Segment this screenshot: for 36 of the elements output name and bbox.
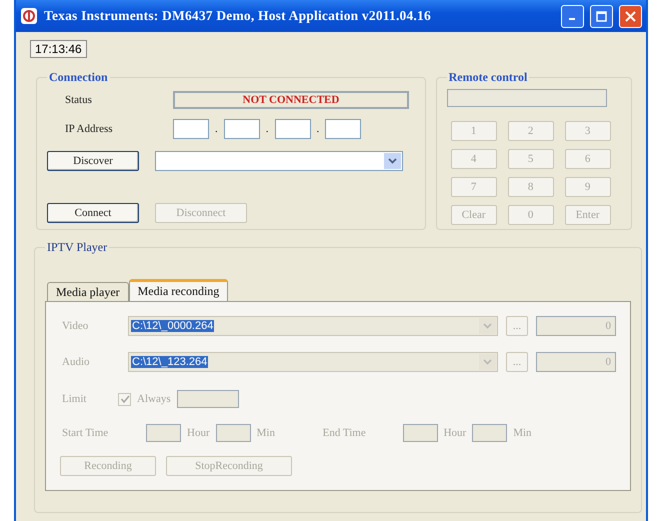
ip-separator: . (215, 123, 218, 135)
ip-separator: . (266, 123, 268, 135)
end-time-label: End Time (322, 427, 367, 439)
count-field: 0 (536, 316, 616, 336)
discover-button[interactable]: Discover (47, 151, 139, 171)
clock-display: 17:13:46 (30, 40, 87, 58)
close-icon[interactable] (625, 10, 636, 22)
start-time-label: Start Time (61, 427, 110, 439)
ip-field[interactable] (274, 119, 310, 139)
group-title: IPTV Player (46, 240, 108, 255)
ip-separator: . (316, 123, 320, 135)
min-label: Min (513, 427, 532, 439)
status-field: NOT CONNECTED (173, 91, 409, 109)
file-label: Audio (61, 356, 90, 368)
maximize-icon[interactable] (596, 10, 607, 22)
window-title: Texas Instruments: DM6437 Demo, Host Application v2011.04.16 (44, 8, 432, 24)
hour-label: Hour (187, 427, 210, 439)
ip-field[interactable] (224, 119, 260, 139)
device-dropdown[interactable] (155, 151, 403, 171)
ip-address-label: IP Address (64, 123, 114, 135)
ip-field[interactable] (325, 119, 362, 139)
group-title: Remote control (448, 70, 528, 85)
hour-label: Hour (444, 427, 466, 439)
always-label: Always (137, 393, 171, 405)
min-label: Min (256, 427, 276, 439)
ip-field[interactable] (173, 119, 209, 139)
limit-label: Limit (61, 393, 88, 405)
minimize-button[interactable] (561, 4, 584, 28)
group-title: Connection (48, 70, 109, 85)
status-label: Status (64, 94, 93, 106)
maximize-button[interactable] (590, 4, 613, 28)
connect-button[interactable]: Connect (47, 203, 139, 223)
close-button[interactable] (619, 4, 642, 28)
file-label: Video (61, 320, 90, 332)
count-field: 0 (536, 352, 616, 372)
app-logo-icon (20, 7, 38, 25)
